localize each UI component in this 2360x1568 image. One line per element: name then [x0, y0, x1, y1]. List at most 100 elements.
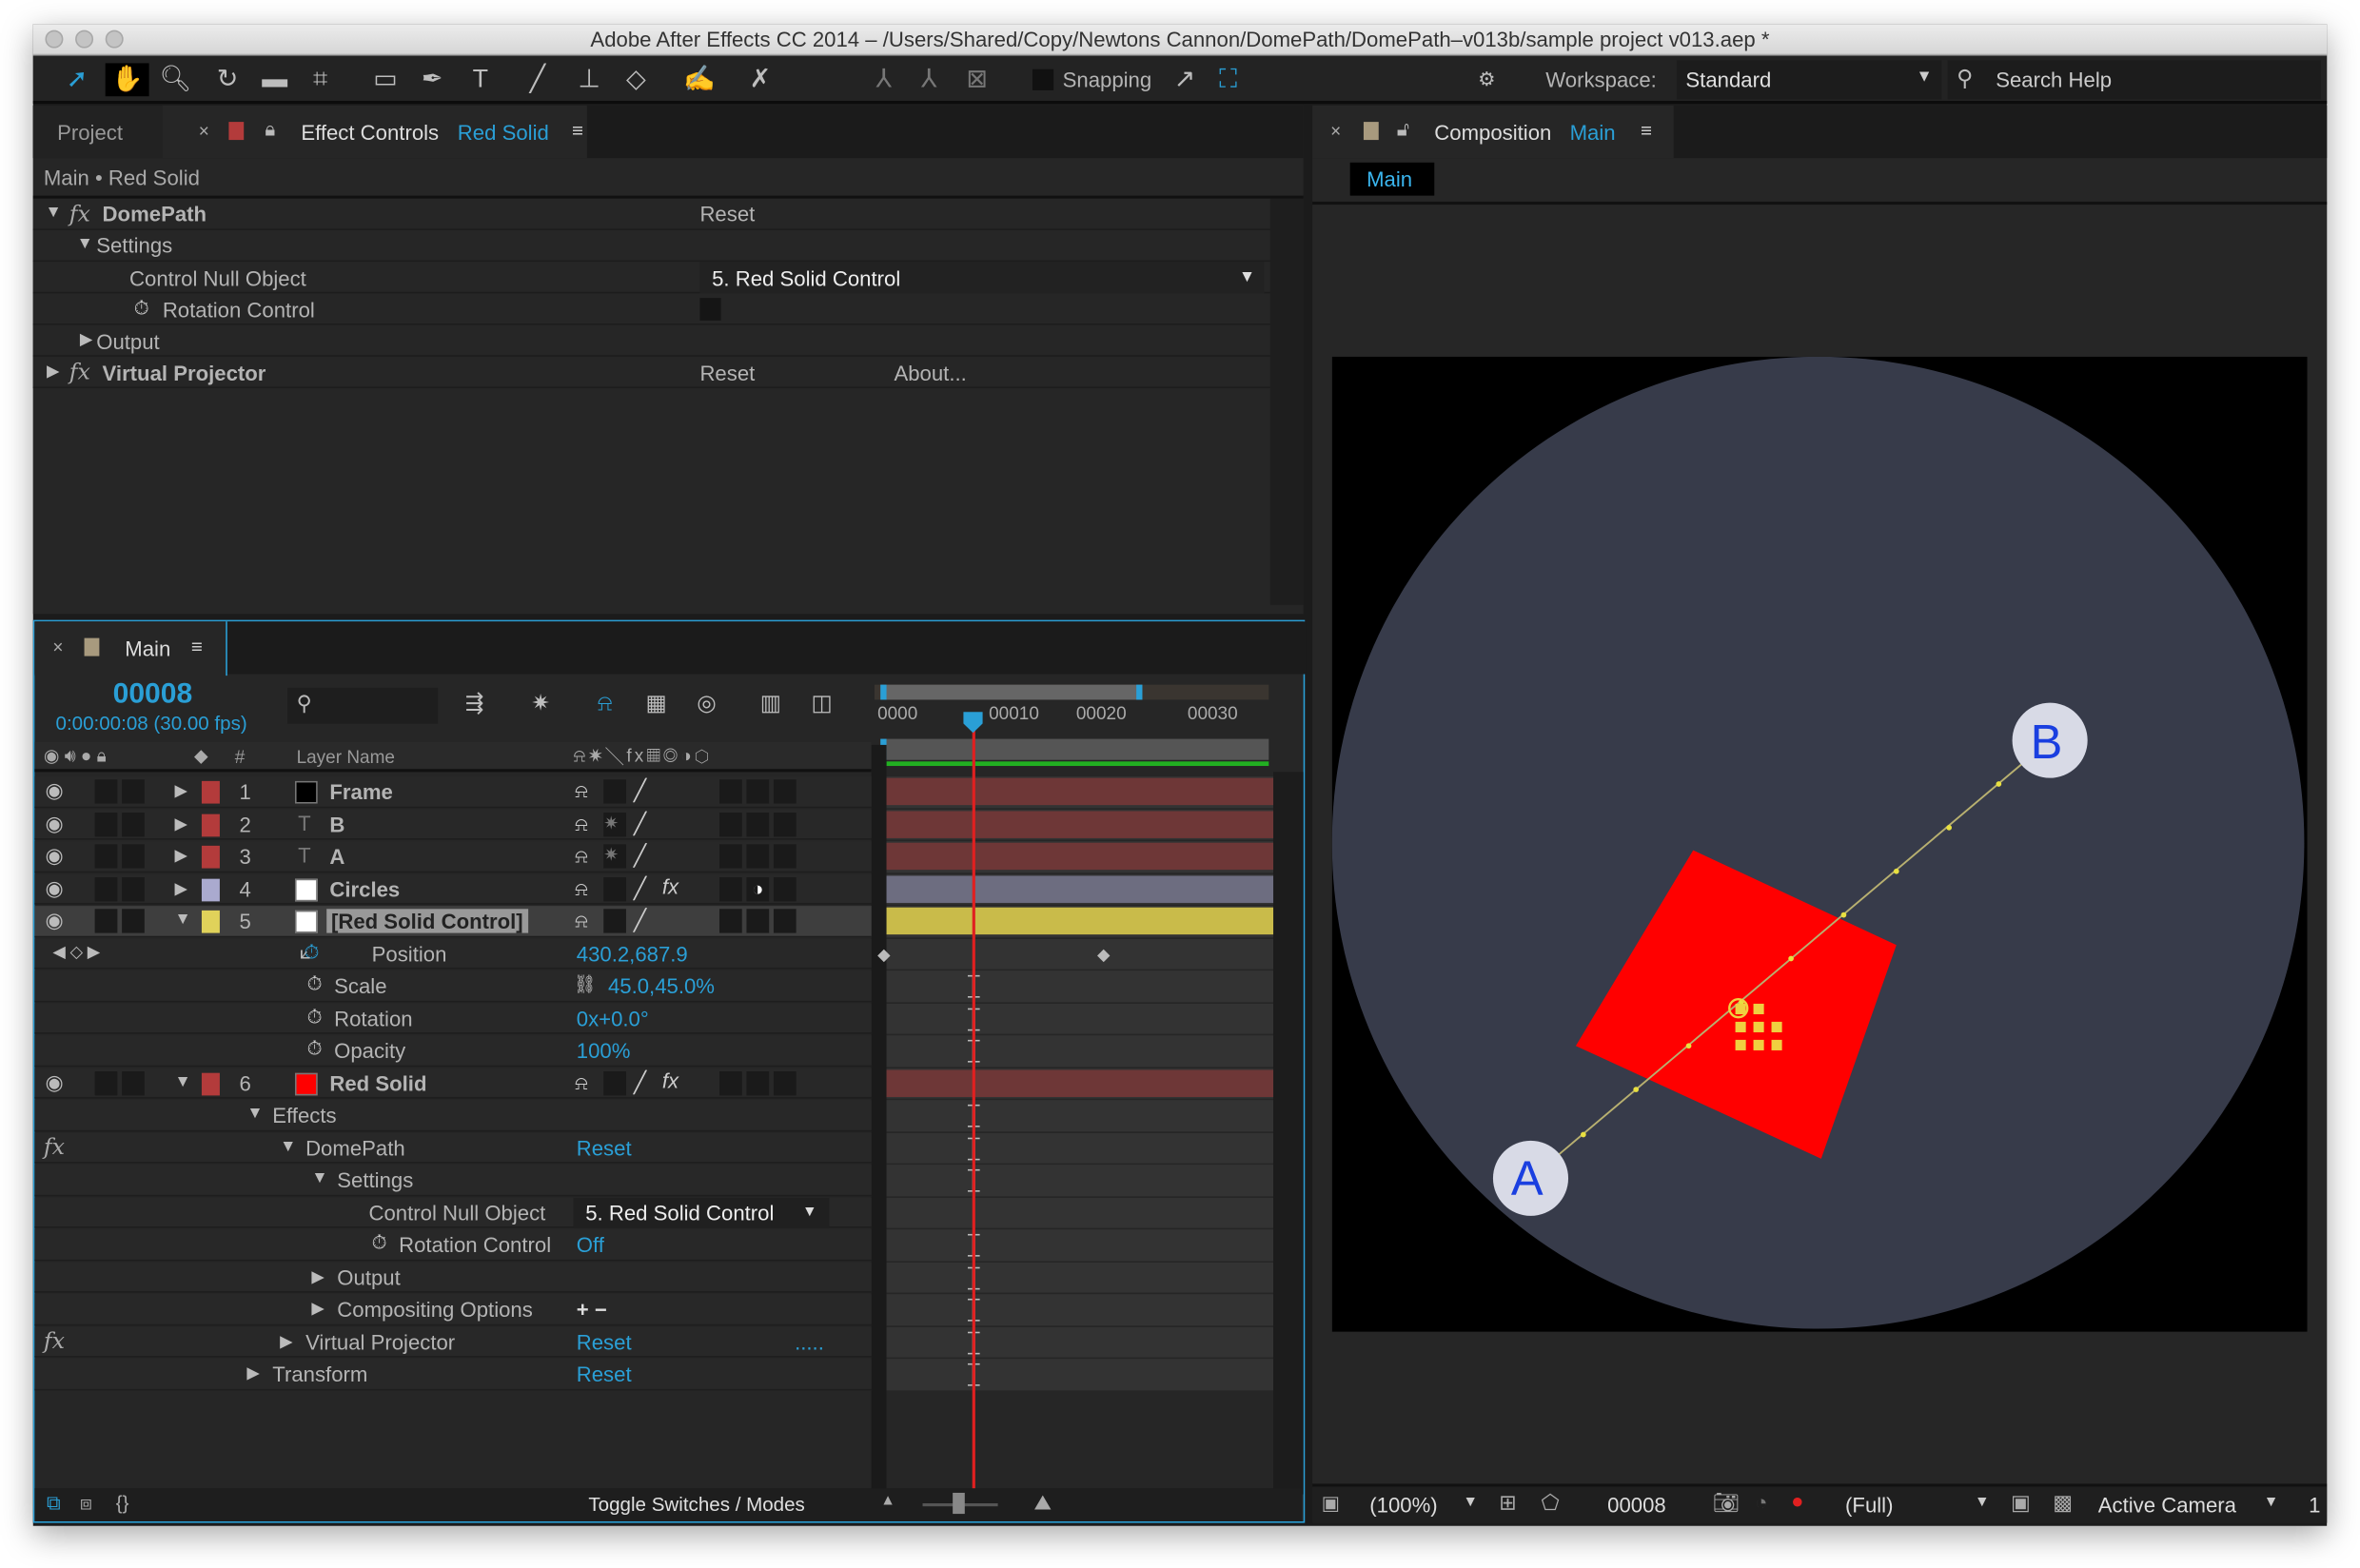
layer-row[interactable]: ◉ ▼ 5 [Red Solid Control] ⍾ ╱: [34, 906, 1303, 938]
3d-layer-switch[interactable]: [773, 844, 796, 869]
shy-switch-icon[interactable]: ⍾: [575, 812, 588, 835]
quality-switch-icon[interactable]: ╱: [634, 778, 646, 804]
layer-duration-bar[interactable]: [886, 777, 1274, 806]
adjustment-switch[interactable]: [746, 779, 770, 804]
shy-switch-icon[interactable]: ⍾: [575, 876, 588, 900]
stopwatch-icon[interactable]: ⏱: [307, 1037, 323, 1061]
unlock-icon[interactable]: 🔓︎: [1397, 117, 1409, 141]
layer-row[interactable]: ◉ ▶ 4 Circles ⍾ ╱ fx ◑: [34, 873, 1303, 906]
type-tool-icon[interactable]: T: [473, 63, 488, 96]
control-null-dropdown[interactable]: 5. Red Solid Control ▼: [573, 1197, 830, 1227]
toggle-switches-modes-button[interactable]: Toggle Switches / Modes: [588, 1493, 804, 1516]
twirl-closed-icon[interactable]: ▶: [311, 1266, 324, 1285]
layer-duration-bar[interactable]: [886, 1068, 1274, 1097]
layer-row[interactable]: ◉ ▼ 6 Red Solid ⍾ ╱ fx: [34, 1068, 1303, 1100]
property-row[interactable]: fx ▼ DomePath Reset: [34, 1132, 1303, 1165]
property-row[interactable]: ◀ ◇ ▶ ⏱ ⟀ Position 430.2,687.9 ◆ ◆: [34, 938, 1303, 970]
transparency-grid-icon[interactable]: ▩: [2053, 1490, 2073, 1516]
stopwatch-icon[interactable]: ⏱: [307, 1005, 323, 1029]
fx-switch-icon[interactable]: fx: [662, 873, 678, 897]
snapshot-icon[interactable]: 📷︎: [1713, 1490, 1740, 1516]
motion-blur-switch[interactable]: [719, 779, 742, 804]
shy-switch-icon[interactable]: ⍾: [575, 779, 588, 803]
adjustment-switch[interactable]: [746, 909, 770, 933]
graph-icon[interactable]: ⟀: [300, 940, 311, 964]
mask-visibility-icon[interactable]: ⬠: [1542, 1490, 1560, 1516]
layer-row[interactable]: ◉ ▶ 3 T A ⍾ ✷ ╱: [34, 841, 1303, 873]
camera-tool-icon[interactable]: ▬: [262, 63, 287, 96]
brainstorm-icon[interactable]: ▥: [760, 688, 781, 721]
fx-icon[interactable]: fx: [44, 1132, 65, 1159]
effect-domepath-row[interactable]: ▼ fx DomePath Reset: [32, 198, 1270, 230]
tab-project[interactable]: Project: [32, 105, 163, 159]
twirl-closed-icon[interactable]: ▶: [246, 1363, 259, 1383]
search-help-input[interactable]: ⚲ Search Help: [1947, 60, 2321, 100]
eye-icon[interactable]: ◉: [45, 875, 63, 901]
title-action-safe-icon[interactable]: ⊞: [1499, 1490, 1517, 1516]
adjustment-switch[interactable]: [746, 812, 770, 836]
lock-toggle[interactable]: [122, 779, 145, 804]
resolution-dropdown[interactable]: (Full): [1845, 1493, 1893, 1517]
zoom-window-button[interactable]: [105, 29, 124, 49]
hand-tool-icon[interactable]: ✋: [105, 63, 149, 97]
layer-name[interactable]: [Red Solid Control]: [326, 909, 528, 933]
snap-feature-icon[interactable]: ⛶: [1219, 63, 1237, 96]
motion-blur-switch[interactable]: [719, 876, 742, 901]
3d-layer-switch[interactable]: [773, 779, 796, 804]
panel-menu-icon[interactable]: ≡: [1641, 119, 1652, 142]
label-color[interactable]: [201, 813, 220, 836]
lock-icon[interactable]: 🔒︎: [265, 117, 275, 141]
3d-layer-switch[interactable]: [773, 909, 796, 933]
label-color[interactable]: [201, 845, 220, 869]
solo-toggle[interactable]: [94, 876, 118, 901]
twirl-open-icon[interactable]: ▼: [280, 1137, 296, 1155]
collapse-switch-icon[interactable]: ✷: [603, 844, 626, 869]
close-tab-icon[interactable]: ×: [1330, 121, 1341, 142]
composition-mini-flowchart-icon[interactable]: ⇶: [465, 688, 484, 721]
tab-main-timeline[interactable]: × Main ≡: [34, 621, 227, 676]
property-row[interactable]: ▼ Settings: [34, 1165, 1303, 1197]
panel-menu-icon[interactable]: ≡: [572, 119, 583, 142]
property-row[interactable]: ⏱ Scale ⛓ 45.0,45.0%: [34, 970, 1303, 1003]
control-null-dropdown[interactable]: 5. Red Solid Control ▼: [699, 262, 1265, 294]
close-tab-icon[interactable]: ×: [52, 637, 63, 657]
collapse-switch-icon[interactable]: ✷: [603, 812, 626, 836]
hide-shy-layers-icon[interactable]: ⍾: [598, 688, 613, 721]
label-color[interactable]: [201, 1071, 220, 1095]
reset-button[interactable]: Reset: [577, 1329, 632, 1353]
time-ruler[interactable]: 0000 00010 00020 00030: [874, 681, 1269, 767]
workspace-settings-icon[interactable]: ⚙: [1478, 63, 1495, 96]
graph-editor-icon[interactable]: ◫: [811, 688, 832, 721]
layer-name[interactable]: B: [329, 812, 344, 835]
lock-toggle[interactable]: [122, 1070, 145, 1095]
label-color[interactable]: [201, 877, 220, 901]
clone-stamp-tool-icon[interactable]: ⊥: [578, 63, 600, 96]
property-row[interactable]: ▶ Output: [34, 1262, 1303, 1294]
twirl-open-icon[interactable]: ▼: [246, 1105, 263, 1123]
puppet-pin-tool-icon[interactable]: ✗: [750, 63, 772, 96]
solo-toggle[interactable]: [94, 844, 118, 869]
quality-switch-icon[interactable]: ╱: [634, 1069, 646, 1095]
property-row[interactable]: ⏱ Rotation 0x+0.0°: [34, 1003, 1303, 1035]
minimize-window-button[interactable]: [75, 29, 94, 49]
eye-icon[interactable]: ◉: [45, 778, 63, 804]
property-row[interactable]: ▶ Transform Reset: [34, 1359, 1303, 1391]
lock-toggle[interactable]: [122, 876, 145, 901]
eraser-tool-icon[interactable]: ◇: [626, 63, 646, 96]
zoom-slider-handle[interactable]: [953, 1492, 965, 1515]
reset-button[interactable]: Reset: [699, 202, 755, 225]
quality-switch-icon[interactable]: ╱: [634, 843, 646, 869]
property-row[interactable]: Control Null Object 5. Red Solid Control ▼: [34, 1197, 1303, 1229]
world-axis-icon[interactable]: ⅄: [921, 63, 936, 96]
rotation-control-checkbox[interactable]: [699, 298, 721, 321]
reset-button[interactable]: Reset: [699, 362, 755, 385]
twirl-open-icon[interactable]: ▼: [174, 1072, 190, 1090]
layer-name[interactable]: Red Solid: [329, 1070, 426, 1094]
twirl-open-icon[interactable]: ▼: [311, 1169, 327, 1187]
motion-blur-switch[interactable]: [719, 812, 742, 836]
fx-switch-icon[interactable]: fx: [662, 1068, 678, 1091]
property-value[interactable]: 45.0,45.0%: [608, 973, 715, 997]
property-value[interactable]: 430.2,687.9: [577, 941, 688, 965]
eye-icon[interactable]: ◉: [45, 843, 63, 869]
shy-switch-icon[interactable]: ⍾: [575, 1070, 588, 1094]
